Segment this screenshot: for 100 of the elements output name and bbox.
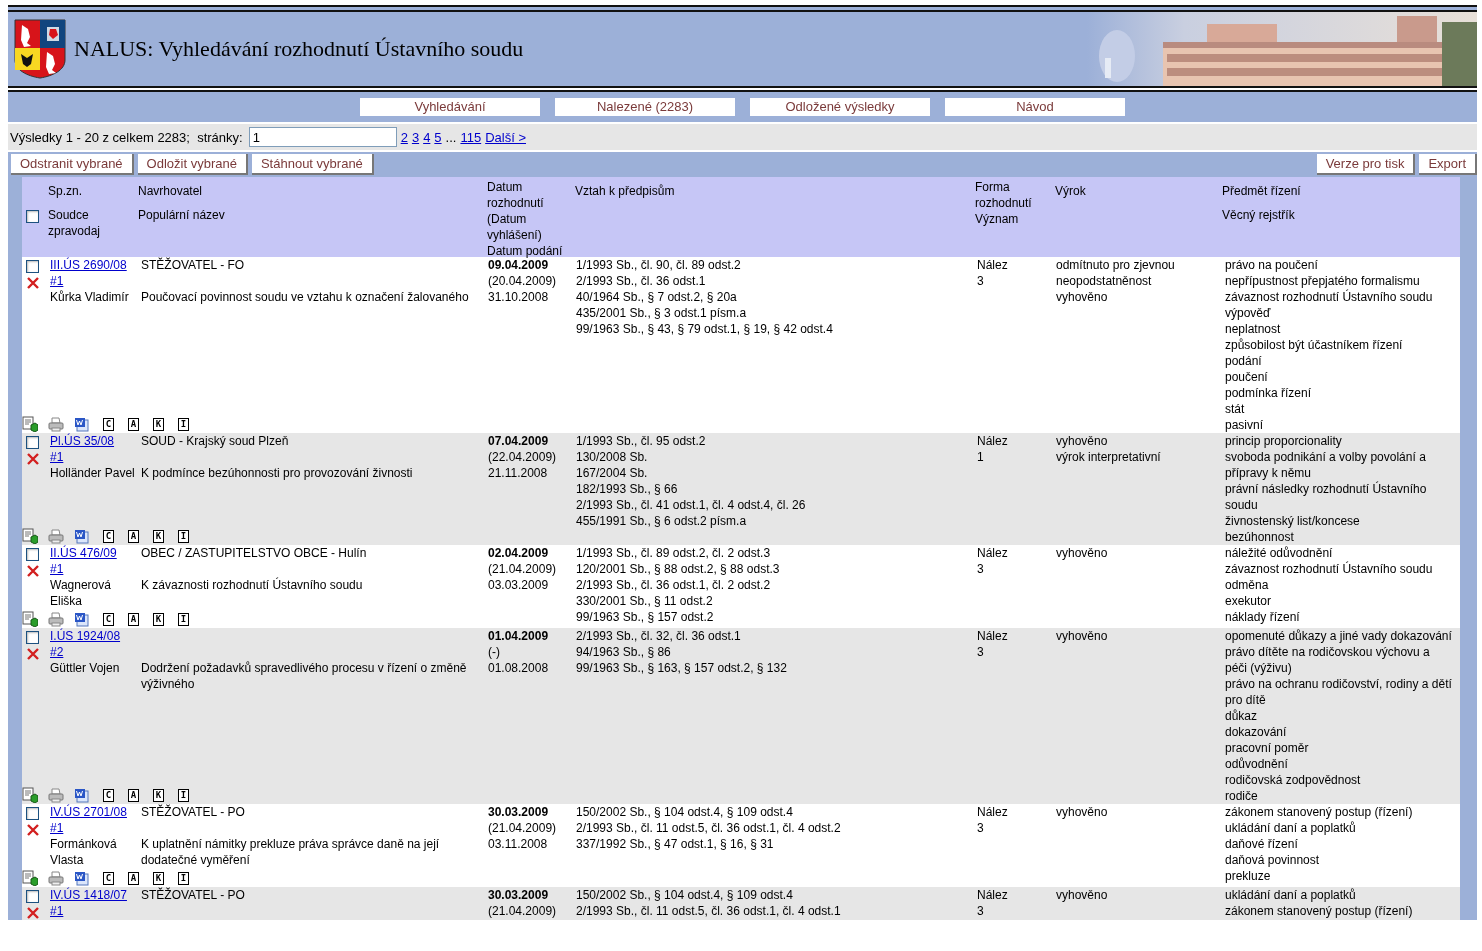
format-link[interactable]: I [178, 871, 189, 885]
format-link[interactable]: I [178, 788, 189, 802]
subject-term: bezúhonnost [1225, 529, 1295, 545]
printer-icon[interactable] [48, 416, 64, 432]
delete-icon[interactable] [26, 564, 40, 578]
column-header: Vztah k předpisům [575, 183, 676, 199]
printer-icon[interactable] [48, 787, 64, 803]
format-link[interactable]: K [153, 788, 164, 802]
printer-icon[interactable] [48, 870, 64, 886]
case-link[interactable]: Pl.ÚS 35/08 [50, 433, 115, 449]
row-checkbox[interactable] [26, 260, 39, 273]
ref-link[interactable]: #1 [50, 273, 64, 289]
delete-icon[interactable] [26, 823, 40, 837]
action-button[interactable]: Verze pro tisk [1316, 154, 1416, 175]
format-link[interactable]: A [128, 529, 139, 543]
subject-term: právo na ochranu rodičovství, rodiny a dětí [1225, 676, 1453, 692]
ref-link[interactable]: #2 [50, 644, 64, 660]
ref-link[interactable]: #1 [50, 561, 64, 577]
printer-icon[interactable] [48, 528, 64, 544]
judge-name: Kůrka Vladimír [50, 289, 129, 305]
format-link[interactable]: I [178, 417, 189, 431]
page-link[interactable]: 2 [400, 129, 408, 145]
verdict: vyhověno [1056, 545, 1109, 561]
format-link[interactable]: A [128, 788, 139, 802]
word-document-icon[interactable] [74, 787, 89, 803]
format-link[interactable]: I [178, 612, 189, 626]
word-document-icon[interactable] [74, 870, 89, 886]
page-link[interactable]: 115 [460, 129, 482, 145]
format-link[interactable]: K [153, 871, 164, 885]
action-button[interactable]: Odstranit vybrané [11, 154, 134, 175]
row-checkbox[interactable] [26, 436, 39, 449]
page-link[interactable]: 3 [411, 129, 420, 145]
verdict: vyhověno [1056, 804, 1109, 820]
next-link[interactable]: Další > [485, 129, 526, 145]
printer-icon[interactable] [48, 611, 64, 627]
document-cube-icon[interactable] [22, 787, 38, 803]
column-header: Předmět řízení [1222, 183, 1302, 199]
delete-icon[interactable] [26, 906, 40, 920]
format-link[interactable]: K [153, 417, 164, 431]
delete-icon[interactable] [26, 647, 40, 661]
delete-icon[interactable] [26, 276, 40, 290]
select-all-checkbox[interactable] [26, 210, 39, 223]
announce-date: (-) [488, 644, 501, 660]
format-link[interactable]: C [103, 612, 114, 626]
page-field[interactable]: 1 [248, 127, 397, 147]
format-link[interactable]: I [178, 529, 189, 543]
word-document-icon[interactable] [74, 528, 89, 544]
word-document-icon[interactable] [74, 416, 89, 432]
subject-term: daňová povinnost [1225, 852, 1321, 868]
row-checkbox[interactable] [26, 548, 39, 561]
ref-link[interactable]: #1 [50, 903, 64, 919]
decision-date: 02.04.2009 [488, 545, 550, 561]
format-link[interactable]: K [153, 612, 164, 626]
format-link[interactable]: C [103, 529, 114, 543]
document-cube-icon[interactable] [22, 416, 38, 432]
action-button[interactable]: Export [1419, 154, 1477, 175]
column-header: Datum rozhodnutí (Datum vyhlášení) Datum podání [487, 179, 564, 259]
format-link[interactable]: C [103, 788, 114, 802]
column-header: Populární název [138, 207, 226, 223]
case-link[interactable]: II.ÚS 476/09 [50, 545, 117, 561]
delete-icon[interactable] [26, 452, 40, 466]
document-cube-icon[interactable] [22, 611, 38, 627]
action-button[interactable]: Odložit vybrané [137, 154, 248, 175]
nav-tab[interactable]: Vyhledávání [360, 98, 540, 116]
ref-link[interactable]: #1 [50, 449, 64, 465]
popular-name: K podmínce bezúhonnosti pro provozování živnosti [141, 465, 413, 481]
format-link[interactable]: K [153, 529, 164, 543]
subject-term: výpověď [1225, 305, 1272, 321]
nav-tab[interactable]: Nalezené (2283) [555, 98, 735, 116]
nav-tab[interactable]: Návod [945, 98, 1125, 116]
subject-term: zákonem stanovený postup (řízení) [1225, 804, 1414, 820]
format-link[interactable]: C [103, 871, 114, 885]
word-document-icon[interactable] [74, 611, 89, 627]
subject-term: zákonem stanovený postup (řízení) [1225, 903, 1414, 919]
column-header: Věcný rejstřík [1222, 207, 1296, 223]
case-link[interactable]: I.ÚS 1924/08 [50, 628, 121, 644]
action-button[interactable]: Stáhnout vybrané [251, 154, 374, 175]
document-cube-icon[interactable] [22, 870, 38, 886]
format-link[interactable]: A [128, 417, 139, 431]
ref-link[interactable]: #1 [50, 820, 64, 836]
format-link[interactable]: C [103, 417, 114, 431]
nav-tab[interactable]: Odložené výsledky [750, 98, 930, 116]
decision-date: 07.04.2009 [488, 433, 550, 449]
format-link[interactable]: A [128, 871, 139, 885]
case-link[interactable]: III.ÚS 2690/08 [50, 257, 127, 273]
row-checkbox[interactable] [26, 631, 39, 644]
page-link[interactable]: 4 [423, 129, 431, 145]
subject-term: závaznost rozhodnutí Ústavního soudu [1225, 561, 1434, 577]
verdict: vyhověno [1056, 289, 1109, 305]
document-cube-icon[interactable] [22, 528, 38, 544]
case-link[interactable]: IV.ÚS 2701/08 [50, 804, 127, 820]
significance: 3 [977, 644, 985, 660]
column-header: Navrhovatel [138, 183, 204, 199]
format-link[interactable]: A [128, 612, 139, 626]
row-checkbox[interactable] [26, 807, 39, 820]
row-checkbox[interactable] [26, 890, 39, 903]
subject-term: náležité odůvodnění [1225, 545, 1334, 561]
column-header: Sp.zn. [48, 183, 84, 199]
case-link[interactable]: IV.ÚS 1418/07 [50, 887, 127, 903]
page-link[interactable]: 5 [434, 129, 442, 145]
